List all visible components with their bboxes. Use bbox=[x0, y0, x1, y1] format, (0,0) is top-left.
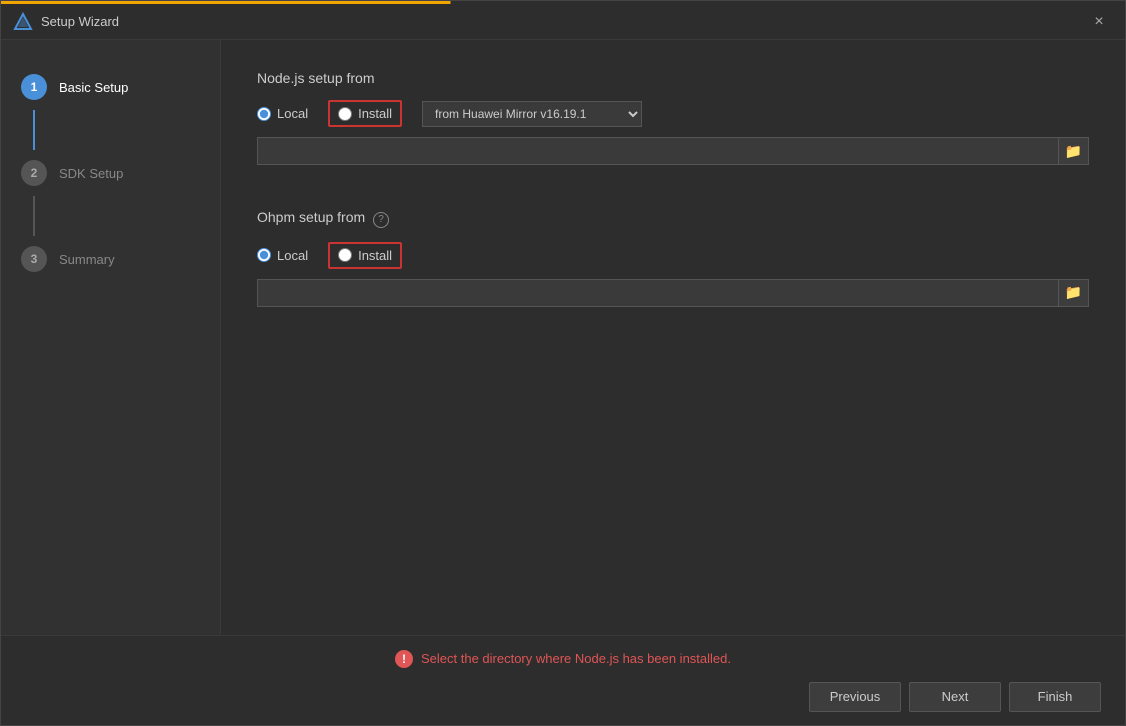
nodejs-local-radio[interactable] bbox=[257, 107, 271, 121]
main-content: Node.js setup from Local Install from Hu… bbox=[221, 40, 1125, 635]
step-connector-2 bbox=[33, 196, 35, 236]
nodejs-mirror-select[interactable]: from Huawei Mirror v16.19.1 bbox=[422, 101, 642, 127]
ohpm-radio-group: Local Install bbox=[257, 242, 1089, 269]
ohpm-install-label[interactable]: Install bbox=[358, 248, 392, 263]
setup-wizard-window: Setup Wizard × 1 Basic Setup 2 SDK Setup… bbox=[0, 0, 1126, 726]
nodejs-install-highlight: Install bbox=[328, 100, 402, 127]
step-2-label: SDK Setup bbox=[59, 166, 123, 181]
ohpm-path-row: 📁 bbox=[257, 279, 1089, 307]
window-title: Setup Wizard bbox=[41, 14, 1085, 29]
ohpm-section: Ohpm setup from ? Local Install bbox=[257, 209, 1089, 331]
nodejs-section-title: Node.js setup from bbox=[257, 70, 1089, 86]
ohpm-install-highlight: Install bbox=[328, 242, 402, 269]
ohpm-local-label[interactable]: Local bbox=[277, 248, 308, 263]
bottom-bar: ! Select the directory where Node.js has… bbox=[1, 635, 1125, 725]
nodejs-path-input[interactable] bbox=[257, 137, 1059, 165]
step-2-circle: 2 bbox=[21, 160, 47, 186]
ohpm-install-option[interactable]: Install bbox=[338, 248, 392, 263]
ohpm-local-radio[interactable] bbox=[257, 248, 271, 262]
nodejs-section: Node.js setup from Local Install from Hu… bbox=[257, 70, 1089, 189]
error-message-row: ! Select the directory where Node.js has… bbox=[25, 650, 1101, 668]
step-3-label: Summary bbox=[59, 252, 115, 267]
step-connector-1 bbox=[33, 110, 35, 150]
sidebar-item-summary[interactable]: 3 Summary bbox=[1, 236, 220, 282]
button-row: Previous Next Finish bbox=[25, 682, 1101, 712]
title-bar: Setup Wizard × bbox=[1, 4, 1125, 40]
step-3-circle: 3 bbox=[21, 246, 47, 272]
nodejs-local-label[interactable]: Local bbox=[277, 106, 308, 121]
app-icon bbox=[13, 12, 33, 32]
nodejs-path-row: 📁 bbox=[257, 137, 1089, 165]
step-1-label: Basic Setup bbox=[59, 80, 128, 95]
step-1-circle: 1 bbox=[21, 74, 47, 100]
folder-icon: 📁 bbox=[1065, 143, 1082, 160]
sidebar: 1 Basic Setup 2 SDK Setup 3 Summary bbox=[1, 40, 221, 635]
next-button[interactable]: Next bbox=[909, 682, 1001, 712]
nodejs-install-label[interactable]: Install bbox=[358, 106, 392, 121]
ohpm-install-radio[interactable] bbox=[338, 248, 352, 262]
content-area: 1 Basic Setup 2 SDK Setup 3 Summary Node… bbox=[1, 40, 1125, 635]
sidebar-item-basic-setup[interactable]: 1 Basic Setup bbox=[1, 64, 220, 110]
ohpm-path-input[interactable] bbox=[257, 279, 1059, 307]
nodejs-install-option[interactable]: Install bbox=[338, 106, 392, 121]
error-icon: ! bbox=[395, 650, 413, 668]
error-text: Select the directory where Node.js has b… bbox=[421, 651, 731, 666]
ohpm-section-title: Ohpm setup from ? bbox=[257, 209, 1089, 228]
ohpm-help-icon[interactable]: ? bbox=[373, 212, 389, 228]
ohpm-folder-button[interactable]: 📁 bbox=[1059, 279, 1089, 307]
close-button[interactable]: × bbox=[1085, 8, 1113, 36]
sidebar-item-sdk-setup[interactable]: 2 SDK Setup bbox=[1, 150, 220, 196]
finish-button[interactable]: Finish bbox=[1009, 682, 1101, 712]
nodejs-radio-group: Local Install from Huawei Mirror v16.19.… bbox=[257, 100, 1089, 127]
nodejs-folder-button[interactable]: 📁 bbox=[1059, 137, 1089, 165]
ohpm-local-option[interactable]: Local bbox=[257, 248, 308, 263]
folder-icon-2: 📁 bbox=[1065, 284, 1082, 301]
nodejs-local-option[interactable]: Local bbox=[257, 106, 308, 121]
nodejs-install-radio[interactable] bbox=[338, 107, 352, 121]
previous-button[interactable]: Previous bbox=[809, 682, 901, 712]
